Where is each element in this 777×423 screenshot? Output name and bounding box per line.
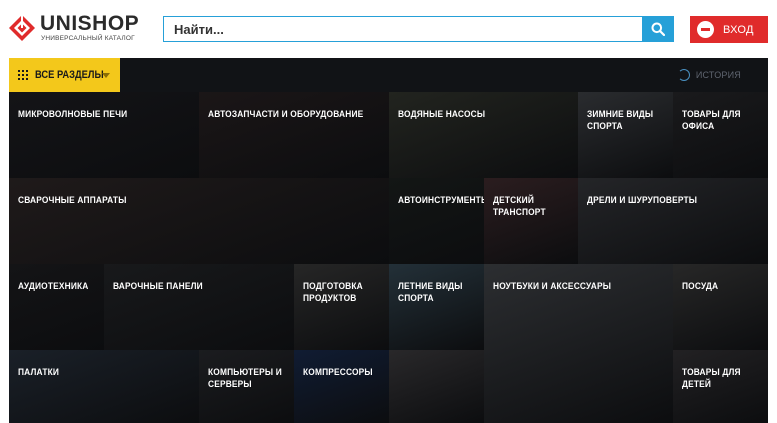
category-label: ПОДГОТОВКА ПРОДУКТОВ <box>303 281 363 304</box>
logo[interactable]: UNISHOP УНИВЕРСАЛЬНЫЙ КАТАЛОГ <box>8 12 148 48</box>
category-tile-audio[interactable]: АУДИОТЕХНИКА <box>9 264 104 350</box>
history-link[interactable]: ИСТОРИЯ <box>677 69 741 81</box>
category-tile-laptops[interactable]: НОУТБУКИ И АКСЕССУАРЫ <box>484 264 673 423</box>
category-label: ВАРОЧНЫЕ ПАНЕЛИ <box>113 281 203 292</box>
category-label: ЛЕТНИЕ ВИДЫ СПОРТА <box>398 281 463 304</box>
category-grid: МИКРОВОЛНОВЫЕ ПЕЧИ АВТОЗАПЧАСТИ И ОБОРУД… <box>9 92 768 423</box>
category-tile-summer-sports[interactable]: ЛЕТНИЕ ВИДЫ СПОРТА <box>389 264 484 350</box>
category-tile-kids-goods[interactable]: ТОВАРЫ ДЛЯ ДЕТЕЙ <box>673 350 768 423</box>
header: UNISHOP УНИВЕРСАЛЬНЫЙ КАТАЛОГ ВХОД <box>0 0 777 58</box>
category-tile-cooktops[interactable]: ВАРОЧНЫЕ ПАНЕЛИ <box>104 264 294 350</box>
category-tile-computers[interactable]: КОМПЬЮТЕРЫ И СЕРВЕРЫ <box>199 350 294 423</box>
category-label: ДЕТСКИЙ ТРАНСПОРТ <box>493 195 546 218</box>
category-label: НОУТБУКИ И АКСЕССУАРЫ <box>493 281 612 292</box>
category-tile-kids-transport[interactable]: ДЕТСКИЙ ТРАНСПОРТ <box>484 178 578 264</box>
login-icon <box>697 21 714 38</box>
category-label: ТОВАРЫ ДЛЯ ДЕТЕЙ <box>682 367 741 390</box>
logo-icon <box>9 15 35 41</box>
category-tile-welding[interactable]: СВАРОЧНЫЕ АППАРАТЫ <box>9 178 389 264</box>
category-tile-dishes[interactable]: ПОСУДА <box>673 264 768 350</box>
category-label: ДРЕЛИ И ШУРУПОВЕРТЫ <box>587 195 698 206</box>
category-tile-misc[interactable] <box>389 350 484 423</box>
chevron-down-icon <box>102 73 110 78</box>
category-tile-drills[interactable]: ДРЕЛИ И ШУРУПОВЕРТЫ <box>578 178 768 264</box>
category-navbar: ВСЕ РАЗДЕЛЫ ИСТОРИЯ <box>9 58 768 92</box>
category-label: МИКРОВОЛНОВЫЕ ПЕЧИ <box>18 109 128 120</box>
category-label: ВОДЯНЫЕ НАСОСЫ <box>398 109 486 120</box>
category-label: СВАРОЧНЫЕ АППАРАТЫ <box>18 195 127 206</box>
brand-name: UNISHOP <box>40 12 140 35</box>
category-tile-winter-sports[interactable]: ЗИМНИЕ ВИДЫ СПОРТА <box>578 92 673 178</box>
all-sections-label: ВСЕ РАЗДЕЛЫ <box>35 69 104 81</box>
search-input[interactable] <box>163 16 642 42</box>
login-label: ВХОД <box>723 23 754 36</box>
category-label: ПОСУДА <box>682 281 719 292</box>
category-label: АУДИОТЕХНИКА <box>18 281 89 292</box>
category-label: ТОВАРЫ ДЛЯ ОФИСА <box>682 109 741 132</box>
category-tile-compressors[interactable]: КОМПРЕССОРЫ <box>294 350 389 423</box>
category-label: АВТОЗАПЧАСТИ И ОБОРУДОВАНИЕ <box>208 109 364 120</box>
all-sections-button[interactable]: ВСЕ РАЗДЕЛЫ <box>9 58 120 92</box>
search-button[interactable] <box>642 16 674 42</box>
category-tile-office-goods[interactable]: ТОВАРЫ ДЛЯ ОФИСА <box>673 92 768 178</box>
category-tile-microwaves[interactable]: МИКРОВОЛНОВЫЕ ПЕЧИ <box>9 92 199 178</box>
brand-tagline: УНИВЕРСАЛЬНЫЙ КАТАЛОГ <box>41 35 135 42</box>
category-label: КОМПРЕССОРЫ <box>303 367 373 378</box>
history-label: ИСТОРИЯ <box>695 70 741 80</box>
login-button[interactable]: ВХОД <box>690 16 768 43</box>
category-label: ПАЛАТКИ <box>18 367 60 378</box>
grid-icon <box>18 70 28 80</box>
category-tile-tents[interactable]: ПАЛАТКИ <box>9 350 199 423</box>
history-icon <box>677 69 690 81</box>
category-tile-water-pumps[interactable]: ВОДЯНЫЕ НАСОСЫ <box>389 92 578 178</box>
category-tile-food-prep[interactable]: ПОДГОТОВКА ПРОДУКТОВ <box>294 264 389 350</box>
category-tile-auto-tools[interactable]: АВТОИНСТРУМЕНТЫ <box>389 178 484 264</box>
search-icon <box>651 22 665 36</box>
category-label: ЗИМНИЕ ВИДЫ СПОРТА <box>587 109 654 132</box>
category-tile-auto-parts[interactable]: АВТОЗАПЧАСТИ И ОБОРУДОВАНИЕ <box>199 92 389 178</box>
category-label: АВТОИНСТРУМЕНТЫ <box>398 195 484 206</box>
category-label: КОМПЬЮТЕРЫ И СЕРВЕРЫ <box>208 367 282 390</box>
